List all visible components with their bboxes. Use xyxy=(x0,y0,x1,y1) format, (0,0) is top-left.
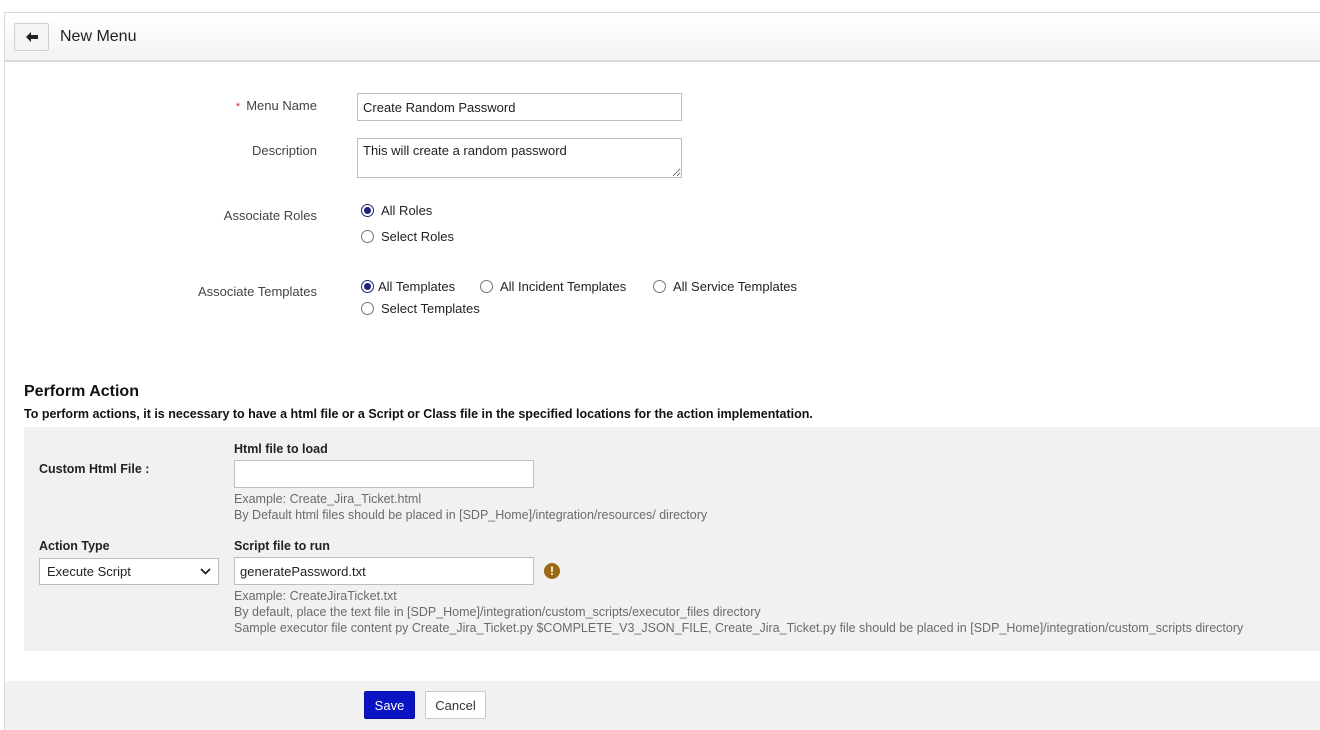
menu-name-label: * Menu Name xyxy=(200,98,317,113)
radio-select-templates[interactable]: Select Templates xyxy=(361,301,480,316)
exclamation-icon[interactable]: ! xyxy=(544,563,560,579)
associate-templates-label: Associate Templates xyxy=(198,284,317,299)
script-file-input[interactable] xyxy=(234,557,534,585)
perform-action-description: To perform actions, it is necessary to h… xyxy=(24,407,813,421)
radio-unchecked-icon xyxy=(653,280,666,293)
arrow-left-icon xyxy=(25,32,38,42)
chevron-down-icon xyxy=(200,568,211,575)
action-type-select[interactable]: Execute Script xyxy=(39,558,219,585)
custom-html-label: Custom Html File : xyxy=(39,462,150,476)
description-textarea[interactable]: This will create a random password xyxy=(357,138,682,178)
radio-label: All Roles xyxy=(381,203,433,218)
radio-all-templates[interactable]: All Templates xyxy=(361,279,455,294)
radio-label: All Templates xyxy=(378,279,456,294)
html-file-hint-location: By Default html files should be placed i… xyxy=(234,508,708,522)
radio-select-roles[interactable]: Select Roles xyxy=(361,229,454,244)
html-file-input[interactable] xyxy=(234,460,534,488)
form-footer xyxy=(5,681,1320,730)
action-type-label: Action Type xyxy=(39,539,110,553)
radio-checked-icon xyxy=(361,204,374,217)
associate-roles-label: Associate Roles xyxy=(223,208,317,223)
radio-label: All Incident Templates xyxy=(500,279,627,294)
radio-label: Select Templates xyxy=(381,301,480,316)
html-file-hint-example: Example: Create_Jira_Ticket.html xyxy=(234,492,422,506)
script-hint-location: By default, place the text file in [SDP_… xyxy=(234,605,761,619)
page-title: New Menu xyxy=(60,28,137,45)
required-mark: * xyxy=(235,101,241,113)
script-hint-example: Example: CreateJiraTicket.txt xyxy=(234,589,397,603)
radio-all-incident-templates[interactable]: All Incident Templates xyxy=(480,279,626,294)
radio-unchecked-icon xyxy=(480,280,493,293)
radio-label: All Service Templates xyxy=(673,279,798,294)
radio-all-service-templates[interactable]: All Service Templates xyxy=(653,279,797,294)
radio-label: Select Roles xyxy=(381,229,454,244)
description-label: Description xyxy=(251,143,317,158)
html-file-label: Html file to load xyxy=(234,442,328,456)
page-header: New Menu xyxy=(5,13,1320,62)
back-button[interactable] xyxy=(14,23,49,51)
save-button[interactable]: Save xyxy=(364,691,415,719)
script-hint-sample: Sample executor file content py Create_J… xyxy=(234,621,1244,635)
radio-all-roles[interactable]: All Roles xyxy=(361,203,432,218)
radio-unchecked-icon xyxy=(361,230,374,243)
perform-action-title: Perform Action xyxy=(24,383,139,400)
radio-checked-icon xyxy=(361,280,374,293)
menu-name-input[interactable] xyxy=(357,93,682,121)
cancel-button[interactable]: Cancel xyxy=(425,691,486,719)
menu-name-label-text: Menu Name xyxy=(246,98,317,113)
action-type-selected: Execute Script xyxy=(47,564,131,579)
script-file-label: Script file to run xyxy=(234,539,330,553)
radio-unchecked-icon xyxy=(361,302,374,315)
